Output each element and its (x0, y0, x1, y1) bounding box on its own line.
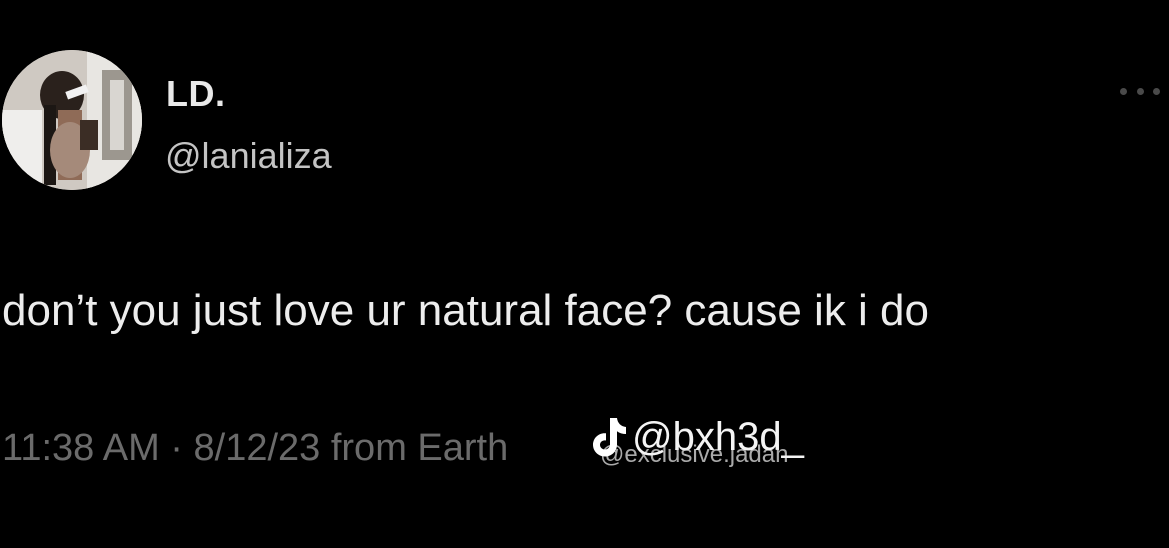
dot (1120, 87, 1127, 95)
tweet-timestamp[interactable]: 11:38 AM · 8/12/23 from Earth (2, 424, 508, 472)
dot (1136, 87, 1144, 95)
watermark: @bxh3d_ (588, 412, 804, 462)
tiktok-icon (593, 418, 626, 457)
display-name[interactable]: LD. (166, 72, 226, 116)
avatar[interactable] (2, 50, 142, 190)
tweet-card: LD. @lanializa don’t you just love ur na… (0, 0, 1169, 548)
dot (1153, 87, 1160, 95)
watermark-primary-handle: @bxh3d_ (632, 415, 804, 459)
profile-photo-icon (2, 50, 142, 190)
user-handle[interactable]: @lanializa (165, 134, 332, 178)
tweet-text: don’t you just love ur natural face? cau… (2, 286, 929, 335)
ellipsis-icon[interactable] (1120, 84, 1160, 98)
